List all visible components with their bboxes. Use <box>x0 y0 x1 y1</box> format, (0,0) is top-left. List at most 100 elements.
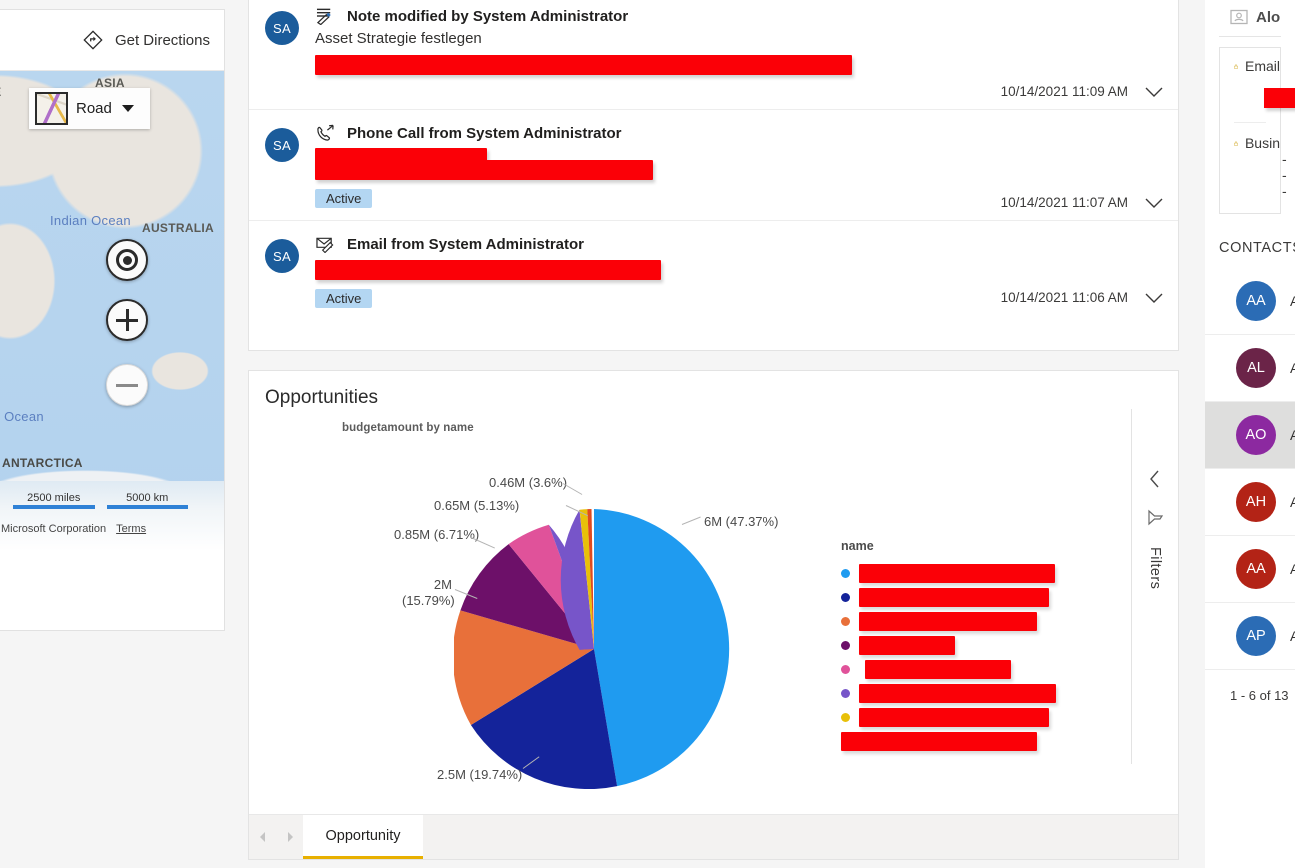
legend-label-redacted <box>859 683 1056 703</box>
directions-icon <box>83 30 103 50</box>
contacts-pager: 1 - 6 of 13 <box>1230 688 1289 703</box>
zoom-out-button[interactable] <box>106 364 148 406</box>
pie-graphic <box>454 509 734 789</box>
legend-color-swatch <box>841 664 850 674</box>
timeline-item-note[interactable]: SA Note modified by System Administrator… <box>249 0 1178 110</box>
note-edit-icon <box>316 8 331 25</box>
avatar: SA <box>265 11 299 45</box>
avatar: SA <box>265 239 299 273</box>
map-attribution: m, © 2024 Microsoft Corporation Terms <box>0 523 216 535</box>
map-label-australia: AUSTRALIA <box>142 221 215 235</box>
contact-list-item[interactable]: AH A <box>1205 469 1295 536</box>
legend-label-redacted <box>865 659 1011 679</box>
contact-name: A <box>1290 494 1295 510</box>
pie-slice-1[interactable] <box>594 509 730 787</box>
avatar: AA <box>1236 549 1276 589</box>
contact-list-item[interactable]: AP A <box>1205 603 1295 670</box>
legend-item[interactable] <box>841 657 1056 681</box>
map-type-selector[interactable]: Road <box>29 88 150 129</box>
field-business-label: Busin <box>1244 135 1280 151</box>
phone-call-icon <box>317 124 334 141</box>
tab-opportunity[interactable]: Opportunity <box>303 815 423 859</box>
pie-data-label-1: 6M (47.37%) <box>704 514 779 529</box>
legend-item[interactable] <box>841 561 1056 585</box>
timeline-item-email[interactable]: SA Email from System Administrator Activ… <box>249 221 1178 315</box>
timeline-item-subtitle: Asset Strategie festlegen <box>315 30 482 47</box>
legend-item[interactable] <box>841 705 1056 729</box>
summary-card: Email Busin --- <box>1219 47 1295 214</box>
legend-label-redacted <box>859 635 955 655</box>
next-page-icon[interactable] <box>284 830 296 844</box>
map-terms-link[interactable]: Terms <box>116 523 146 535</box>
previous-page-icon[interactable] <box>257 830 269 844</box>
minus-icon <box>116 383 138 387</box>
map-label-antarctica: ANTARCTICA <box>2 456 83 470</box>
map-copyright-label: m, © 2024 Microsoft Corporation <box>0 523 107 535</box>
redacted-content <box>315 160 653 180</box>
contact-list-item[interactable]: AL A <box>1205 335 1295 402</box>
legend-color-swatch <box>841 616 850 626</box>
divider <box>1234 122 1266 123</box>
contact-list-item[interactable]: AA A <box>1205 268 1295 335</box>
field-email-value-redacted <box>1264 88 1295 108</box>
chevron-left-icon[interactable] <box>1148 469 1162 489</box>
field-email-label: Email <box>1244 58 1280 74</box>
timeline-card: SA Note modified by System Administrator… <box>248 0 1179 351</box>
timeline-item-phone-call[interactable]: SA Phone Call from System Administrator … <box>249 110 1178 221</box>
contact-list-item[interactable]: AA A <box>1205 536 1295 603</box>
avatar: AA <box>1236 281 1276 321</box>
chevron-down-icon <box>121 105 134 112</box>
timeline-item-date: 10/14/2021 11:09 AM <box>1000 84 1128 99</box>
legend-item[interactable] <box>841 633 1056 657</box>
timeline-item-date: 10/14/2021 11:07 AM <box>1000 195 1128 210</box>
pie-data-label-2: 2.5M (19.74%) <box>437 767 523 782</box>
legend-item[interactable] <box>841 729 1056 753</box>
chart-title: budgetamount by name <box>342 422 474 434</box>
legend-item[interactable] <box>841 609 1056 633</box>
pie-data-label-3-line2: (15.79%) <box>402 593 455 609</box>
legend-color-swatch <box>841 592 850 602</box>
legend-label-redacted <box>859 611 1037 631</box>
avatar: AO <box>1236 415 1276 455</box>
chevron-down-icon[interactable] <box>1144 292 1164 304</box>
map-scalebar: 2500 miles 5000 km <box>13 492 188 509</box>
legend-item[interactable] <box>841 681 1056 705</box>
filters-rail: Filters <box>1131 409 1178 764</box>
pie-data-label-5b: 0.65M (5.13%) <box>434 498 520 513</box>
chart-legend: name <box>841 539 1056 753</box>
map-canvas[interactable]: EUROPE ASIA AFRICA Indian Ocean AUSTRALI… <box>0 71 224 551</box>
chevron-down-icon[interactable] <box>1144 197 1164 209</box>
contact-name: A <box>1290 628 1295 644</box>
map-thumbnail-icon <box>35 92 68 125</box>
lock-icon <box>1234 63 1238 69</box>
legend-label-redacted <box>859 587 1049 607</box>
status-badge: Active <box>315 289 373 308</box>
zoom-in-button[interactable] <box>106 299 148 341</box>
contact-list-item-selected[interactable]: AO A <box>1205 402 1295 469</box>
timeline-item-title: Email from System Administrator <box>347 235 585 253</box>
legend-item[interactable] <box>841 585 1056 609</box>
contact-name: A <box>1290 293 1295 309</box>
divider <box>1219 36 1281 37</box>
legend-label-redacted <box>859 563 1055 583</box>
legend-color-swatch <box>841 640 850 650</box>
chevron-down-icon[interactable] <box>1144 86 1164 98</box>
email-icon <box>316 237 334 253</box>
app-root: Get Directions EUROPE ASIA AFRICA Indian… <box>0 0 1295 868</box>
pie-chart: budgetamount by name 6M (47.37%) 2.5M (1… <box>249 409 1178 809</box>
get-directions-button[interactable]: Get Directions <box>82 29 210 51</box>
field-email: Email <box>1220 58 1295 108</box>
contacts-section-title: CONTACTS <box>1219 240 1295 256</box>
filter-funnel-icon[interactable] <box>1145 509 1165 527</box>
timeline-item-title: Phone Call from System Administrator <box>347 124 622 142</box>
related-panel-title: Alo <box>1256 8 1281 26</box>
field-business-phone: Busin --- <box>1220 135 1287 199</box>
legend-title: name <box>841 539 874 553</box>
lock-icon <box>1234 140 1238 146</box>
pie-data-label-3: 2M (15.79%) <box>402 577 455 609</box>
legend-color-swatch <box>841 568 850 578</box>
locate-me-button[interactable] <box>106 239 148 281</box>
scale-miles-label: 2500 miles <box>27 492 81 504</box>
related-panel-header: Alo <box>1205 0 1295 30</box>
map-panel: Get Directions EUROPE ASIA AFRICA Indian… <box>0 9 225 631</box>
